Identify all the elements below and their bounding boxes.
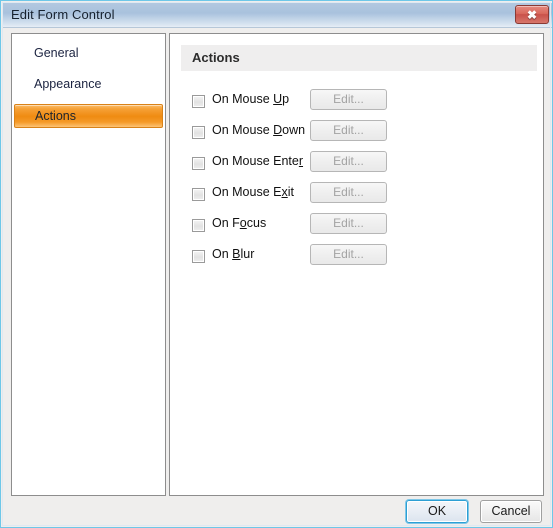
section-title: Actions <box>192 50 240 65</box>
edit-button-on-focus[interactable]: Edit... <box>310 213 387 234</box>
checkbox-on-focus[interactable] <box>192 219 205 232</box>
close-button[interactable]: ✖ <box>515 5 549 24</box>
checkbox-on-mouse-down[interactable] <box>192 126 205 139</box>
checkbox-on-mouse-enter[interactable] <box>192 157 205 170</box>
dialog-footer: OK Cancel <box>3 496 552 527</box>
close-icon: ✖ <box>526 8 538 22</box>
edit-button-on-mouse-down[interactable]: Edit... <box>310 120 387 141</box>
edit-button-on-mouse-up[interactable]: Edit... <box>310 89 387 110</box>
action-row-on-mouse-enter: On Mouse Enter Edit... <box>192 151 532 182</box>
cancel-button[interactable]: Cancel <box>480 500 542 523</box>
titlebar: Edit Form Control ✖ <box>3 3 552 28</box>
edit-button-on-mouse-exit[interactable]: Edit... <box>310 182 387 203</box>
label-on-mouse-down[interactable]: On Mouse Down <box>212 123 305 137</box>
action-row-on-focus: On Focus Edit... <box>192 213 532 244</box>
checkbox-on-mouse-exit[interactable] <box>192 188 205 201</box>
dialog-body: General Appearance Actions Actions On Mo… <box>3 28 552 527</box>
label-on-mouse-exit[interactable]: On Mouse Exit <box>212 185 294 199</box>
category-nav-list: General Appearance Actions <box>12 42 165 135</box>
action-row-on-mouse-exit: On Mouse Exit Edit... <box>192 182 532 213</box>
sidebar-item-actions[interactable]: Actions <box>14 104 163 128</box>
action-rows: On Mouse Up Edit... On Mouse Down Edit..… <box>192 89 532 275</box>
edit-button-on-mouse-enter[interactable]: Edit... <box>310 151 387 172</box>
dialog-title: Edit Form Control <box>11 7 115 22</box>
label-on-blur[interactable]: On Blur <box>212 247 254 261</box>
action-row-on-mouse-up: On Mouse Up Edit... <box>192 89 532 120</box>
action-row-on-blur: On Blur Edit... <box>192 244 532 275</box>
label-on-focus[interactable]: On Focus <box>212 216 266 230</box>
ok-button[interactable]: OK <box>406 500 468 523</box>
sidebar-item-appearance[interactable]: Appearance <box>14 73 163 95</box>
label-on-mouse-enter[interactable]: On Mouse Enter <box>212 154 303 168</box>
section-header-band: Actions <box>181 45 537 71</box>
edit-form-control-dialog: Edit Form Control ✖ General Appearance A… <box>0 0 553 528</box>
sidebar-item-general[interactable]: General <box>14 42 163 64</box>
category-nav-panel: General Appearance Actions <box>11 33 166 496</box>
action-row-on-mouse-down: On Mouse Down Edit... <box>192 120 532 151</box>
checkbox-on-mouse-up[interactable] <box>192 95 205 108</box>
edit-button-on-blur[interactable]: Edit... <box>310 244 387 265</box>
label-on-mouse-up[interactable]: On Mouse Up <box>212 92 289 106</box>
checkbox-on-blur[interactable] <box>192 250 205 263</box>
actions-content-panel: Actions On Mouse Up Edit... On Mouse Dow… <box>169 33 544 496</box>
